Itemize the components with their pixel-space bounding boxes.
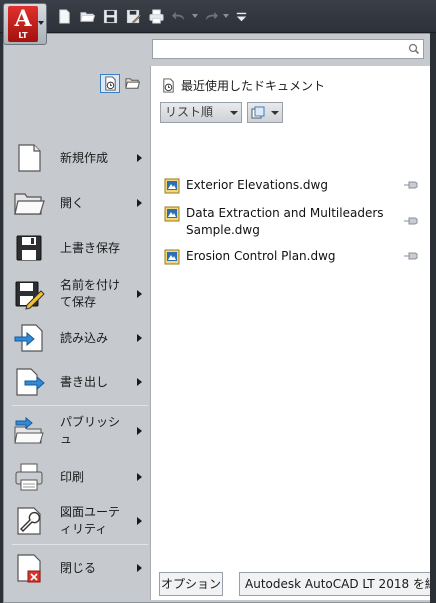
menu-item-print[interactable]: 印刷 [12, 458, 146, 496]
export-icon [12, 365, 46, 399]
recent-document-item[interactable]: Erosion Control Plan.dwg [164, 248, 419, 265]
customize-icon[interactable] [231, 7, 251, 25]
menu-item-label: 図面ユーティリティ [60, 505, 121, 536]
chevron-right-icon [137, 334, 142, 342]
plot-icon[interactable] [146, 7, 166, 25]
menu-item-open[interactable]: 開く [12, 184, 146, 222]
view-toggle-group [98, 74, 142, 93]
menu-item-import[interactable]: 読み込み [12, 319, 146, 357]
menu-item-label: 印刷 [60, 469, 85, 484]
open-documents-toggle[interactable] [122, 74, 142, 93]
chevron-right-icon [137, 473, 142, 481]
printer-icon [12, 460, 46, 494]
recent-documents-header: 最近使用したドキュメント [161, 77, 325, 94]
undo-icon[interactable] [169, 7, 189, 25]
import-icon [12, 321, 46, 355]
recent-document-item[interactable]: Exterior Elevations.dwg [164, 177, 419, 194]
save-disk-icon [12, 231, 46, 265]
save-as-pencil-icon [12, 277, 46, 311]
chevron-right-icon [137, 199, 142, 207]
chevron-right-icon [137, 564, 142, 572]
open-icon[interactable] [77, 7, 97, 25]
menu-item-label: パブリッシュ [60, 415, 121, 446]
autocad-logo-icon: A LT [8, 6, 38, 42]
open-documents-icon [124, 78, 140, 89]
redo-icon[interactable] [200, 7, 220, 25]
menu-item-drawing-utilities[interactable]: 図面ユーティリティ [12, 499, 146, 543]
menu-divider [12, 405, 148, 406]
menu-command-list: 新規作成 開く 上書き保存 名前を付けて保存 読み込み 書き出し パブリッシュ … [4, 66, 150, 602]
chevron-right-icon [137, 154, 142, 162]
chevron-right-icon [137, 290, 142, 298]
document-name: Erosion Control Plan.dwg [186, 249, 336, 263]
menu-item-new[interactable]: 新規作成 [12, 139, 146, 177]
menu-item-label: 名前を付けて保存 [60, 278, 121, 309]
menu-item-close[interactable]: 閉じる [12, 549, 146, 587]
document-name: Exterior Elevations.dwg [186, 178, 328, 192]
menu-item-save[interactable]: 上書き保存 [12, 229, 146, 267]
exit-application-button[interactable]: Autodesk AutoCAD LT 2018 を終了 [239, 572, 431, 596]
window-edge [430, 33, 436, 603]
new-document-icon [12, 141, 46, 175]
chevron-down-icon [271, 111, 279, 115]
menu-item-save-as[interactable]: 名前を付けて保存 [12, 273, 146, 315]
recent-documents-toggle[interactable] [100, 74, 120, 93]
dwg-file-icon [164, 178, 180, 194]
document-name: Data Extraction and Multileaders Sample.… [186, 206, 384, 237]
application-menu: 新規作成 開く 上書き保存 名前を付けて保存 読み込み 書き出し パブリッシュ … [3, 33, 432, 603]
chevron-down-icon [230, 111, 238, 115]
recent-documents-icon [104, 76, 116, 91]
pin-icon[interactable] [403, 179, 419, 191]
sort-order-dropdown[interactable]: リスト順 [160, 102, 242, 123]
recent-document-item[interactable]: Data Extraction and Multileaders Sample.… [164, 205, 419, 239]
title-bar [0, 0, 436, 33]
menu-item-publish[interactable]: パブリッシュ [12, 409, 146, 453]
undo-dropdown-icon[interactable] [192, 7, 198, 25]
wrench-icon [12, 504, 46, 538]
chevron-right-icon [137, 427, 142, 435]
search-input[interactable] [153, 40, 407, 58]
chevron-right-icon [137, 517, 142, 525]
application-menu-button[interactable]: A LT [3, 3, 47, 45]
close-document-icon [12, 551, 46, 585]
publish-icon [12, 414, 46, 448]
menu-item-label: 閉じる [60, 560, 97, 575]
menu-item-label: 新規作成 [60, 150, 109, 165]
menu-item-label: 上書き保存 [60, 240, 121, 255]
menu-item-label: 開く [60, 195, 85, 210]
save-as-icon[interactable] [123, 7, 143, 25]
menu-item-label: 書き出し [60, 374, 109, 389]
redo-dropdown-icon[interactable] [223, 7, 229, 25]
menu-item-export[interactable]: 書き出し [12, 363, 146, 401]
open-folder-icon [12, 186, 46, 220]
logo-letter: A [14, 6, 32, 32]
options-button[interactable]: オプション [159, 572, 223, 596]
pin-icon[interactable] [403, 215, 419, 227]
display-mode-icon [251, 106, 265, 119]
chevron-right-icon [137, 378, 142, 386]
recent-documents-pane: 最近使用したドキュメント リスト順 Exterior Elevations.dw… [150, 66, 431, 600]
recent-documents-title: 最近使用したドキュメント [181, 79, 326, 93]
quick-access-toolbar [54, 7, 254, 25]
menu-item-label: 読み込み [60, 330, 109, 345]
chevron-down-icon [38, 21, 44, 25]
save-icon[interactable] [100, 7, 120, 25]
menu-divider [12, 544, 148, 545]
search-icon[interactable] [407, 42, 421, 56]
pin-icon[interactable] [403, 250, 419, 262]
display-mode-dropdown[interactable] [247, 102, 283, 123]
logo-badge: LT [18, 31, 28, 40]
dwg-file-icon [164, 206, 180, 222]
new-icon[interactable] [54, 7, 74, 25]
recent-documents-icon [163, 78, 174, 93]
search-box [152, 39, 424, 59]
sort-order-value: リスト順 [165, 105, 214, 119]
dwg-file-icon [164, 249, 180, 265]
